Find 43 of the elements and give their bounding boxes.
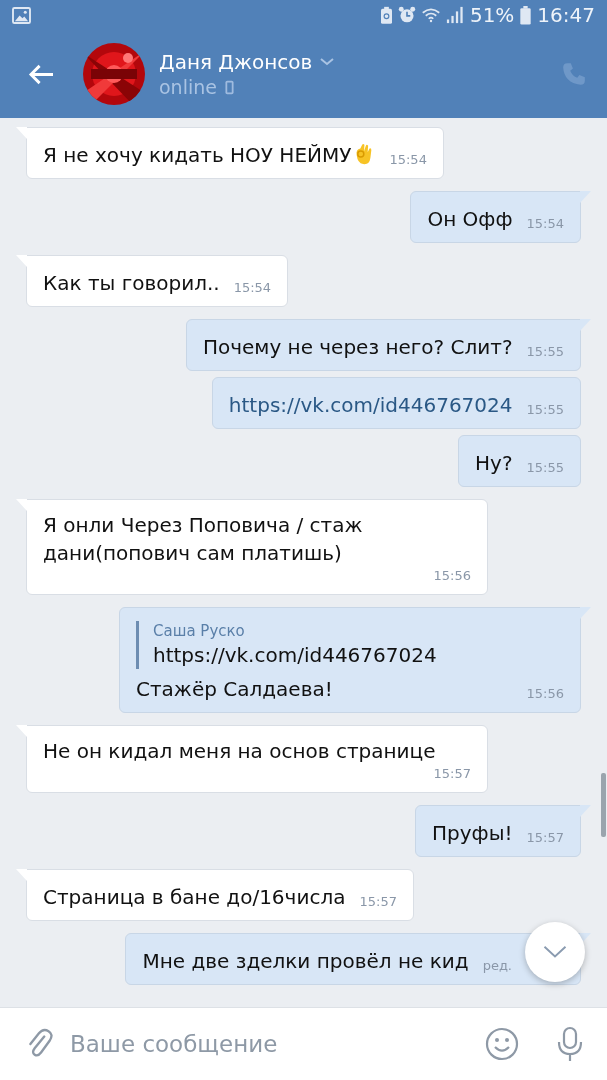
paperclip-icon[interactable] bbox=[26, 1028, 54, 1060]
quote-text: https://vk.com/id446767024 bbox=[153, 642, 438, 669]
message-text: Ну? bbox=[475, 450, 513, 477]
message-text: Как ты говорил.. bbox=[43, 270, 220, 297]
message-text: Страница в бане до/16числа bbox=[43, 884, 346, 911]
scroll-down-button[interactable] bbox=[525, 922, 585, 982]
message-link[interactable]: https://vk.com/id446767024 bbox=[228, 391, 513, 419]
message-time: 15:55 bbox=[525, 343, 564, 361]
battery-percent: 51% bbox=[469, 3, 515, 27]
message-text: Стажёр Салдаева! bbox=[136, 676, 333, 703]
message-time: 15:55 bbox=[525, 459, 564, 477]
wifi-icon bbox=[421, 6, 440, 24]
chevron-down-icon[interactable] bbox=[320, 58, 335, 66]
message-time: 15:57 bbox=[525, 829, 564, 847]
message-text: Пруфы! bbox=[432, 820, 513, 847]
contact-name[interactable]: Даня Джонсов bbox=[159, 50, 313, 74]
message-time: 15:54 bbox=[525, 215, 564, 233]
alarm-icon bbox=[397, 6, 416, 24]
chevron-down-icon bbox=[542, 945, 568, 959]
message-text: Он Офф bbox=[427, 206, 513, 233]
gallery-icon bbox=[12, 6, 31, 24]
message-time: 15:56 bbox=[525, 685, 564, 703]
message-time: 15:57 bbox=[358, 893, 397, 911]
quote-author[interactable]: Саша Руско bbox=[153, 621, 564, 641]
back-icon[interactable] bbox=[28, 62, 55, 86]
message-time: 15:56 bbox=[432, 567, 471, 585]
message-time: ред. bbox=[481, 957, 512, 975]
message-time: 15:54 bbox=[388, 151, 427, 169]
message-text: Я не хочу кидать НОУ НЕЙМУ bbox=[43, 142, 352, 169]
message-text: Не он кидал меня на основ странице bbox=[43, 738, 436, 765]
message-time: 15:54 bbox=[232, 279, 272, 297]
message-text: Я онли Через Поповича / стаж дани(попович сам платишь) bbox=[43, 512, 364, 567]
emoji-icon[interactable] bbox=[485, 1026, 519, 1062]
message-text: Почему не через него? Слит? bbox=[202, 334, 513, 361]
message-text: Мне две зделки провёл не кид bbox=[142, 948, 469, 975]
message-time: 15:55 bbox=[525, 401, 564, 419]
signal-icon bbox=[445, 6, 464, 24]
recycle-battery-icon bbox=[380, 5, 392, 25]
battery-icon bbox=[520, 5, 532, 25]
clock: 16:47 bbox=[537, 3, 595, 27]
phone-icon bbox=[224, 79, 234, 95]
message-time: 15:57 bbox=[432, 765, 471, 783]
online-status: online bbox=[159, 76, 217, 98]
